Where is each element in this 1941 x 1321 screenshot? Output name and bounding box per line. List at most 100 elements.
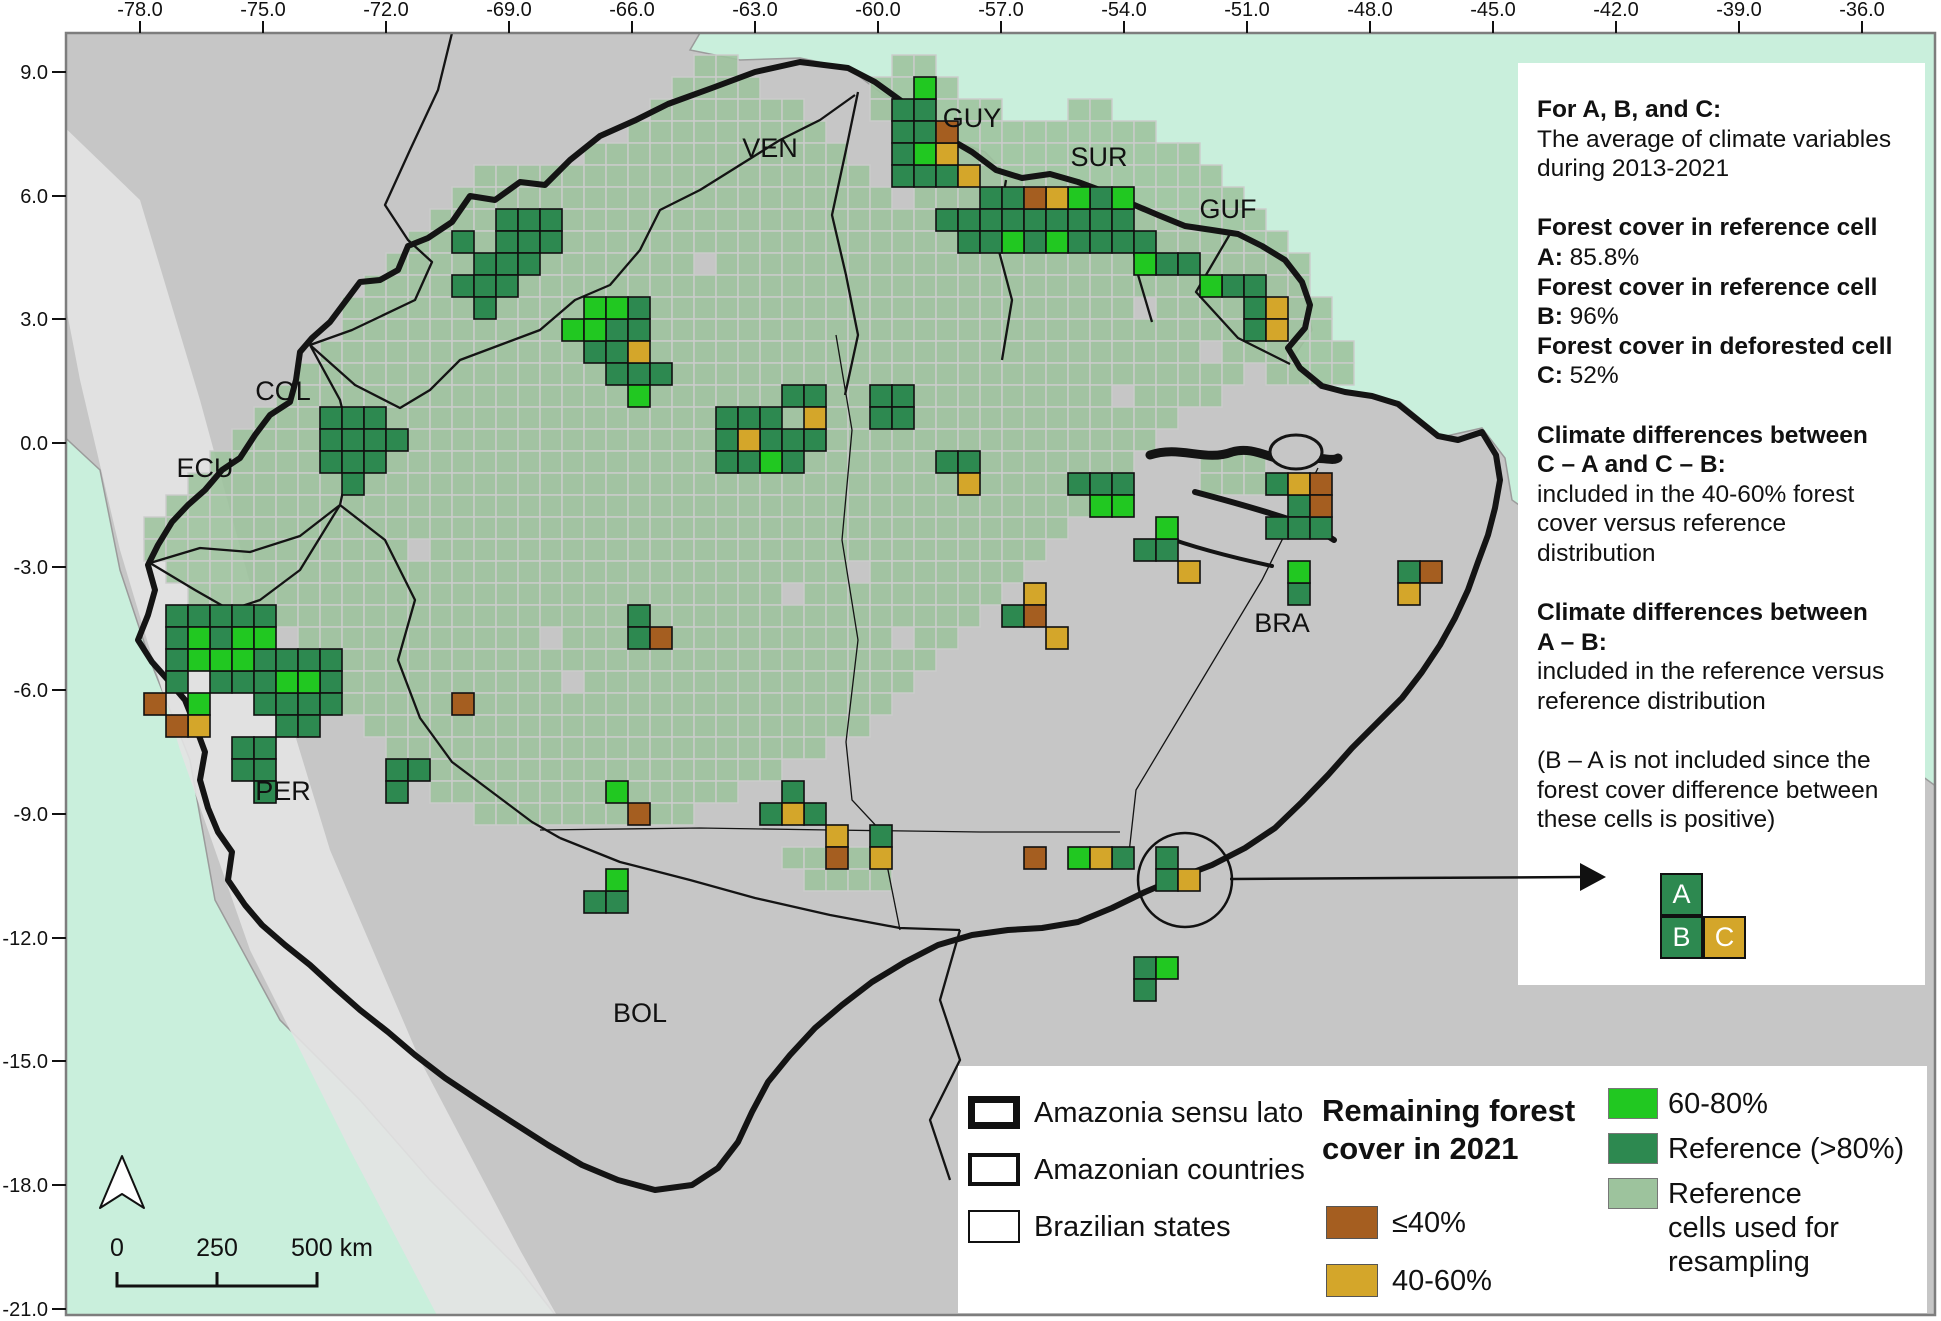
pale-cell (826, 693, 848, 715)
pale-cell (1178, 187, 1200, 209)
pale-cell (540, 451, 562, 473)
reference-cell (298, 649, 320, 671)
pale-cell (716, 671, 738, 693)
pale-cell (1178, 231, 1200, 253)
panel-line: (B – A is not included since the (1537, 746, 1909, 776)
pale-cell (474, 385, 496, 407)
pale-cell (672, 363, 694, 385)
pale-cell (276, 451, 298, 473)
pale-cell (386, 671, 408, 693)
pale-cell (936, 627, 958, 649)
pale-cell (518, 363, 540, 385)
panel-gap (1537, 184, 1909, 214)
pale-cell (386, 319, 408, 341)
pale-cell (958, 539, 980, 561)
pale-cell (518, 583, 540, 605)
pale-cell (650, 583, 672, 605)
legend-label-class: ≤40% (1392, 1207, 1466, 1240)
reference-cell (606, 891, 628, 913)
pale-cell (606, 539, 628, 561)
pale-cell (782, 165, 804, 187)
panel-line: C – A and C – B: (1537, 450, 1909, 480)
pale-cell (738, 473, 760, 495)
reference-cell (804, 385, 826, 407)
pale-cell (738, 495, 760, 517)
reference-cell (980, 187, 1002, 209)
pale-cell (782, 737, 804, 759)
pale-cell (1134, 341, 1156, 363)
pale-cell (694, 737, 716, 759)
lon-tick-label: -69.0 (486, 0, 532, 21)
forest-60-80-cell (188, 693, 210, 715)
pale-cell (672, 781, 694, 803)
pale-cell (694, 143, 716, 165)
lat-tick-label: -21.0 (2, 1299, 48, 1321)
pale-cell (694, 539, 716, 561)
pale-cell (760, 583, 782, 605)
reference-cell (936, 165, 958, 187)
pale-cell (892, 231, 914, 253)
pale-cell (870, 275, 892, 297)
reference-cell (892, 143, 914, 165)
reference-cell (936, 209, 958, 231)
pale-cell (540, 539, 562, 561)
pale-cell (760, 715, 782, 737)
pale-cell (936, 77, 958, 99)
pale-cell (1156, 231, 1178, 253)
lat-tick-label: -18.0 (2, 1175, 48, 1197)
pale-cell (870, 671, 892, 693)
pale-cell (716, 187, 738, 209)
pale-cell (716, 275, 738, 297)
pale-cell (342, 605, 364, 627)
pale-cell (1156, 297, 1178, 319)
pale-cell (738, 319, 760, 341)
pale-cell (914, 451, 936, 473)
reference-cell (254, 605, 276, 627)
pale-cell (980, 451, 1002, 473)
pale-cell (474, 429, 496, 451)
panel-line: The average of climate variables (1537, 125, 1909, 155)
pale-cell (694, 627, 716, 649)
pale-cell (826, 627, 848, 649)
forest-60-80-cell (232, 649, 254, 671)
reference-cell (606, 319, 628, 341)
pale-cell (364, 539, 386, 561)
pale-cell (914, 275, 936, 297)
reference-cell (1156, 847, 1178, 869)
pale-cell (496, 319, 518, 341)
pale-cell (430, 275, 452, 297)
pale-cell (386, 407, 408, 429)
pale-cell (1024, 363, 1046, 385)
pale-cell (760, 605, 782, 627)
forest-40-60-cell (1398, 583, 1420, 605)
pale-cell (848, 649, 870, 671)
pale-cell (452, 583, 474, 605)
pale-cell (694, 781, 716, 803)
pale-cell (408, 517, 430, 539)
pale-cell (408, 429, 430, 451)
reference-cell (760, 429, 782, 451)
pale-cell (1090, 253, 1112, 275)
forest-60-80-cell (606, 869, 628, 891)
pale-cell (892, 539, 914, 561)
reference-cell (254, 649, 276, 671)
pale-cell (1046, 473, 1068, 495)
pale-cell (936, 253, 958, 275)
reference-cell (782, 781, 804, 803)
pale-cell (1046, 319, 1068, 341)
pale-cell (584, 737, 606, 759)
reference-cell (958, 231, 980, 253)
pale-cell (254, 561, 276, 583)
reference-cell (232, 605, 254, 627)
pale-cell (760, 671, 782, 693)
legend-swatch-class (1608, 1088, 1658, 1119)
pale-cell (760, 341, 782, 363)
pale-cell (694, 231, 716, 253)
pale-cell (474, 671, 496, 693)
pale-cell (892, 297, 914, 319)
pale-cell (1090, 297, 1112, 319)
pale-cell (980, 495, 1002, 517)
pale-cell (1024, 385, 1046, 407)
pale-cell (1156, 363, 1178, 385)
pale-cell (364, 627, 386, 649)
